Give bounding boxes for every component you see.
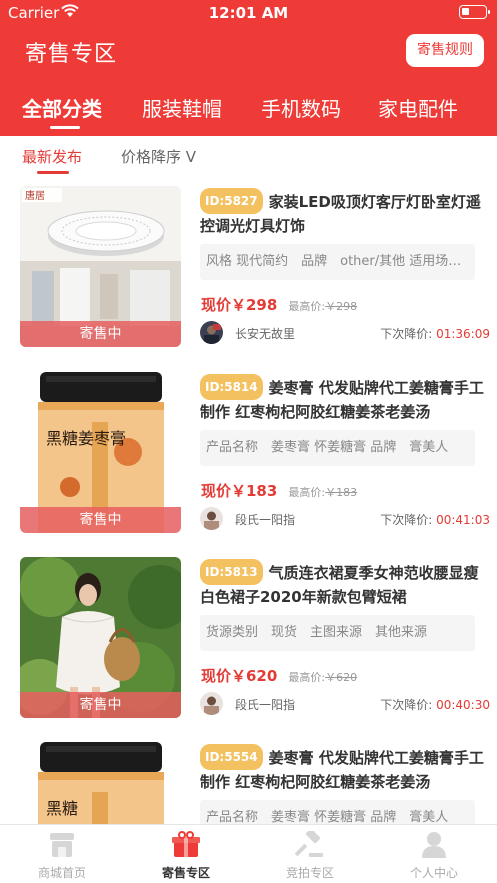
tab-digital[interactable]: 手机数码 <box>261 93 341 122</box>
product-id-badge: ID:5554 <box>200 744 263 770</box>
product-card[interactable]: 寄售中 ID:5813 气质连衣裙夏季女神范收腰显瘦白色裙子2020年新款包臂短裙… <box>0 557 497 737</box>
avatar[interactable] <box>200 692 223 715</box>
tab-indicator <box>50 126 80 129</box>
current-price: 现价￥298 <box>201 296 278 314</box>
bottom-tab-bar: 商城首页 寄售专区 竞拍专区 个人中心 <box>0 824 497 883</box>
sort-underline <box>37 171 69 174</box>
product-image[interactable]: 黑糖 <box>20 742 181 824</box>
gift-box-icon <box>172 831 200 857</box>
max-price: 最高价:￥183 <box>288 486 358 499</box>
shop-icon <box>50 833 74 857</box>
tab-label: 寄售专区 <box>161 866 210 880</box>
tab-consignment[interactable]: 寄售专区 <box>124 825 248 883</box>
sort-price-desc[interactable]: 价格降序 V <box>121 146 196 167</box>
next-price-drop: 下次降价: 00:41:03 <box>380 513 490 527</box>
product-id-badge: ID:5814 <box>200 374 263 400</box>
product-attributes: 风格 现代简约 品牌 other/其他 适用场所 客厅 <box>200 244 475 280</box>
product-id-badge: ID:5813 <box>200 559 263 585</box>
product-card[interactable]: 黑糖 ID:5554 姜枣膏 代发贴牌代工姜糖膏手工制作 红枣枸杞阿胶红糖姜茶老姜… <box>0 742 497 824</box>
current-price: 现价￥620 <box>201 667 278 685</box>
product-attributes: 产品名称 姜枣膏 怀姜糖膏 品牌 膏美人 <box>200 800 475 824</box>
product-title[interactable]: ID:5554 姜枣膏 代发贴牌代工姜糖膏手工制作 红枣枸杞阿胶红糖姜茶老姜汤 <box>200 744 490 792</box>
header: Carrier 12:01 AM 寄售专区 寄售规则 全部分类 服装鞋帽 手机数… <box>0 0 497 136</box>
max-price: 最高价:￥620 <box>288 671 358 684</box>
battery-icon <box>459 5 490 19</box>
product-title[interactable]: ID:5814 姜枣膏 代发贴牌代工姜糖膏手工制作 红枣枸杞阿胶红糖姜茶老姜汤 <box>200 374 490 422</box>
tab-home[interactable]: 商城首页 <box>0 825 124 883</box>
seller-name: 段氏一阳指 <box>235 698 296 712</box>
status-bar: Carrier 12:01 AM <box>0 0 497 26</box>
selling-status-tag: 寄售中 <box>20 321 181 347</box>
selling-status-tag: 寄售中 <box>20 507 181 533</box>
product-image[interactable]: 寄售中 <box>20 557 181 718</box>
tab-appliance-parts[interactable]: 家电配件 <box>378 93 458 122</box>
jar-label: 黑糖姜枣膏 <box>46 429 126 448</box>
price-row: 现价￥298 最高价:￥298 <box>201 294 357 315</box>
selling-status-tag: 寄售中 <box>20 692 181 718</box>
clock: 12:01 AM <box>208 4 289 22</box>
tab-label: 个人中心 <box>409 866 458 880</box>
tab-all-categories[interactable]: 全部分类 <box>22 93 102 122</box>
avatar[interactable] <box>200 321 223 344</box>
product-attributes: 产品名称 姜枣膏 怀姜糖膏 品牌 膏美人 <box>200 430 475 466</box>
price-row: 现价￥620 最高价:￥620 <box>201 665 357 686</box>
sort-bar: 最新发布 价格降序 V <box>0 136 497 178</box>
product-attributes: 货源类别 现货 主图来源 其他来源 <box>200 615 475 651</box>
page-title: 寄售专区 <box>25 42 118 67</box>
product-list[interactable]: 最新发布 价格降序 V 唐居 寄售中 ID:5827 家装LED吸顶灯客厅灯卧室… <box>0 136 497 824</box>
sort-latest[interactable]: 最新发布 <box>22 146 82 167</box>
tab-label: 竞拍专区 <box>285 866 334 880</box>
tab-auction[interactable]: 竞拍专区 <box>248 825 372 883</box>
seller-name: 长安无故里 <box>235 327 296 341</box>
max-price: 最高价:￥298 <box>288 300 358 313</box>
next-price-drop: 下次降价: 01:36:09 <box>380 327 490 341</box>
product-image[interactable]: 唐居 寄售中 <box>20 186 181 347</box>
product-card[interactable]: 黑糖姜枣膏 寄售中 ID:5814 姜枣膏 代发贴牌代工姜糖膏手工制作 红枣枸杞阿… <box>0 372 497 552</box>
tab-profile[interactable]: 个人中心 <box>372 825 496 883</box>
current-price: 现价￥183 <box>201 482 278 500</box>
gavel-icon <box>295 831 323 857</box>
product-id-badge: ID:5827 <box>200 188 263 214</box>
person-icon <box>422 832 446 858</box>
seller-name: 段氏一阳指 <box>235 513 296 527</box>
consignment-rules-button[interactable]: 寄售规则 <box>406 34 484 67</box>
avatar[interactable] <box>200 507 223 530</box>
product-title[interactable]: ID:5827 家装LED吸顶灯客厅灯卧室灯遥控调光灯具灯饰 <box>200 188 490 236</box>
price-row: 现价￥183 最高价:￥183 <box>201 480 357 501</box>
next-price-drop: 下次降价: 00:40:30 <box>380 698 490 712</box>
tab-label: 商城首页 <box>37 866 86 880</box>
product-title[interactable]: ID:5813 气质连衣裙夏季女神范收腰显瘦白色裙子2020年新款包臂短裙 <box>200 559 490 607</box>
product-image[interactable]: 黑糖姜枣膏 寄售中 <box>20 372 181 533</box>
brand-logo: 唐居 <box>25 189 45 202</box>
product-card[interactable]: 唐居 寄售中 ID:5827 家装LED吸顶灯客厅灯卧室灯遥控调光灯具灯饰 风格 … <box>0 186 497 366</box>
tab-clothing[interactable]: 服装鞋帽 <box>142 93 222 122</box>
jar-label: 黑糖 <box>46 799 78 818</box>
